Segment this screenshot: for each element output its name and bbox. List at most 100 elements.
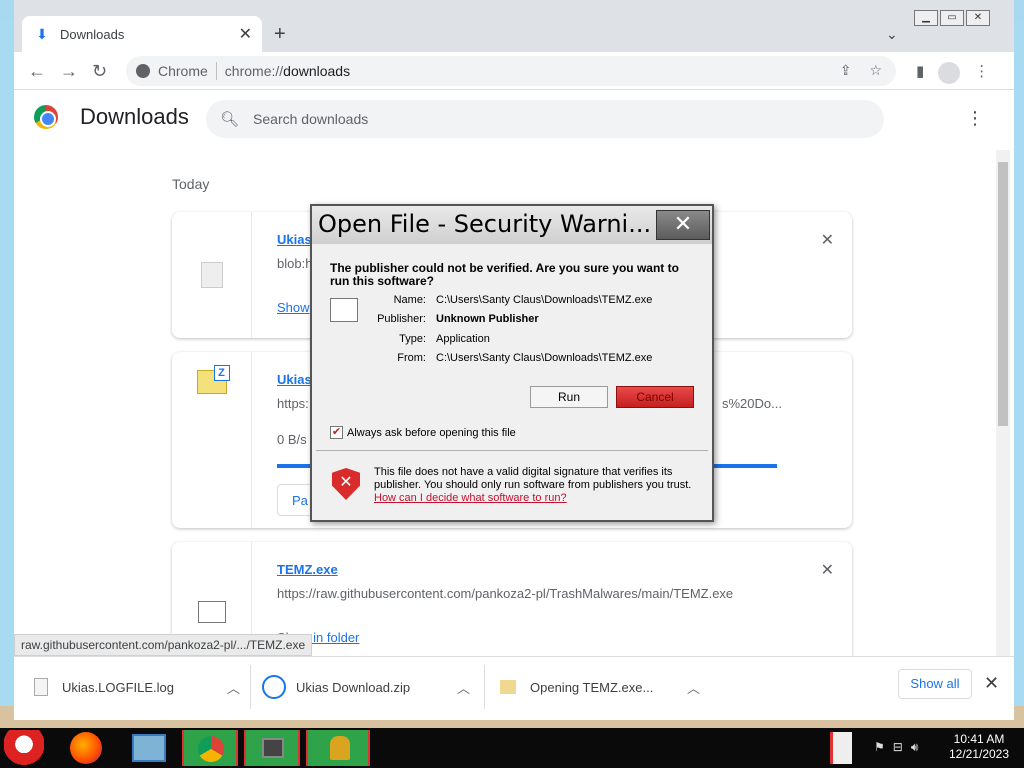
date-section-label: Today: [172, 176, 210, 192]
desktop-wallpaper-left: [0, 20, 14, 720]
flag-warning-icon[interactable]: ⚑: [874, 740, 885, 755]
clock-date: 12/21/2023: [948, 747, 1010, 761]
chevron-up-icon[interactable]: ︿: [687, 678, 700, 697]
tab-close-icon[interactable]: ✕: [239, 24, 252, 44]
field-value: Unknown Publisher: [436, 313, 539, 325]
url-path: downloads: [283, 63, 351, 79]
run-button[interactable]: Run: [530, 386, 608, 408]
download-name-link[interactable]: Ukias: [277, 232, 312, 247]
shelf-item-label: Ukias Download.zip: [296, 679, 411, 695]
download-shelf: Ukias.LOGFILE.log ︿ Ukias Download.zip ︿…: [14, 656, 1014, 720]
chevron-up-icon[interactable]: ︿: [457, 678, 470, 697]
field-label: Type:: [399, 333, 426, 345]
chrome-icon: [198, 736, 224, 762]
shelf-item[interactable]: Ukias Download.zip ︿: [262, 667, 470, 707]
page-title: Downloads: [80, 104, 189, 129]
scrollbar-thumb[interactable]: [998, 162, 1008, 426]
shelf-item[interactable]: Ukias.LOGFILE.log ︿: [34, 667, 240, 707]
shelf-item-label: Ukias.LOGFILE.log: [62, 679, 174, 695]
search-icon: 🔍︎: [220, 111, 240, 128]
chrome-logo-icon: [34, 105, 58, 129]
field-label: Publisher:: [377, 313, 426, 325]
file-icon: [200, 262, 223, 288]
network-icon[interactable]: ⊟: [893, 740, 903, 755]
taskbar-window-button[interactable]: [244, 730, 300, 766]
downloads-header: Downloads: [34, 104, 189, 130]
menu-kebab-icon[interactable]: ⋮: [974, 62, 989, 84]
forward-arrow-icon[interactable]: →: [60, 61, 78, 81]
new-tab-button[interactable]: +: [274, 24, 286, 44]
dialog-question: The publisher could not be verified. Are…: [330, 261, 679, 288]
log-file-icon: [34, 678, 48, 696]
side-panel-icon[interactable]: ▮: [916, 62, 924, 84]
dialog-title: Open File - Security Warni...: [318, 210, 652, 238]
shelf-item-label: Opening TEMZ.exe...: [530, 679, 654, 695]
field-value: C:\Users\Santy Claus\Downloads\TEMZ.exe: [436, 294, 653, 306]
file-explorer-icon[interactable]: [132, 734, 166, 762]
volume-icon[interactable]: 🔊︎: [911, 740, 919, 755]
tray-notification-icon[interactable]: [830, 732, 852, 764]
close-window-button[interactable]: ✕: [966, 10, 990, 26]
status-bubble-url: raw.githubusercontent.com/pankoza2-pl/..…: [14, 634, 313, 656]
profile-avatar-icon[interactable]: [938, 62, 961, 84]
zip-file-icon: Z: [196, 365, 230, 394]
window-stack-icon: [262, 738, 284, 758]
url-prefix: chrome://: [224, 63, 284, 79]
shelf-divider: [250, 665, 251, 709]
firefox-icon[interactable]: [70, 732, 102, 764]
clock-time: 10:41 AM: [953, 732, 1005, 746]
window-controls: ▁ ▭ ✕: [914, 10, 990, 26]
download-name-link[interactable]: Ukias: [277, 372, 312, 387]
system-clock[interactable]: 10:41 AM 12/21/2023: [944, 732, 1014, 762]
taskbar-chrome-button[interactable]: [182, 730, 238, 766]
help-link[interactable]: How can I decide what software to run?: [374, 492, 567, 504]
show-in-folder-link[interactable]: Show: [277, 300, 310, 315]
field-value: Application: [436, 333, 490, 345]
taskbar-android-button[interactable]: [306, 730, 370, 766]
remove-download-icon[interactable]: ✕: [821, 230, 834, 250]
toolbar: ← → ↻ Chrome chrome:// downloads ⇪ ☆ ▮ ⋮: [14, 52, 1014, 90]
shelf-divider: [484, 665, 485, 709]
site-label: Chrome: [158, 63, 208, 79]
checkbox-checked-icon[interactable]: ✔: [330, 426, 343, 439]
taskbar: ⚑ ⊟ 🔊︎ 10:41 AM 12/21/2023: [0, 728, 1024, 768]
back-arrow-icon[interactable]: ←: [28, 61, 46, 81]
file-icon-column: Z: [172, 352, 252, 528]
exe-open-icon: [500, 680, 516, 694]
zip-progress-icon: [262, 675, 286, 699]
shelf-item[interactable]: Opening TEMZ.exe... ︿: [500, 667, 700, 707]
always-ask-checkbox[interactable]: ✔ Always ask before opening this file: [330, 426, 516, 439]
download-icon: ⬇: [36, 25, 48, 42]
toolbar-right: ▮ ⋮: [916, 62, 989, 84]
show-all-button[interactable]: Show all: [898, 669, 972, 699]
start-button-santa-icon[interactable]: [4, 730, 44, 766]
system-tray: ⚑ ⊟ 🔊︎: [874, 740, 918, 755]
omnibox-actions: ⇪ ☆: [840, 62, 896, 79]
field-value: C:\Users\Santy Claus\Downloads\TEMZ.exe: [436, 352, 653, 364]
android-icon: [330, 736, 350, 760]
file-icon-column: [172, 212, 252, 338]
page-menu-kebab-icon[interactable]: ⋮: [966, 108, 984, 129]
download-url: blob:h: [277, 256, 313, 271]
reload-icon[interactable]: ↻: [92, 61, 107, 81]
close-shelf-icon[interactable]: ✕: [984, 673, 999, 694]
exe-file-icon: [197, 601, 226, 623]
download-speed: 0 B/s: [277, 432, 307, 447]
remove-download-icon[interactable]: ✕: [821, 560, 834, 580]
minimize-button[interactable]: ▁: [914, 10, 938, 26]
dialog-title-bar: Open File - Security Warni... ✕: [312, 206, 712, 244]
download-url-tail: s%20Do...: [722, 396, 782, 411]
bookmark-star-icon[interactable]: ☆: [869, 62, 882, 79]
dialog-close-button[interactable]: ✕: [656, 210, 710, 240]
cancel-button[interactable]: Cancel: [616, 386, 694, 408]
share-icon[interactable]: ⇪: [840, 62, 852, 79]
maximize-button[interactable]: ▭: [940, 10, 964, 26]
search-downloads-input[interactable]: 🔍︎ Search downloads: [206, 100, 884, 138]
tab-downloads[interactable]: ⬇ Downloads ✕: [22, 16, 262, 52]
shield-warning-icon: ✕: [332, 468, 360, 500]
download-name-link[interactable]: TEMZ.exe: [277, 562, 338, 577]
tab-search-chevron-icon[interactable]: ⌄: [886, 26, 898, 43]
address-bar[interactable]: Chrome chrome:// downloads ⇪ ☆: [126, 56, 896, 86]
title-bar: ⬇ Downloads ✕ + ⌄ ▁ ▭ ✕: [14, 0, 1014, 52]
chevron-up-icon[interactable]: ︿: [227, 678, 240, 697]
